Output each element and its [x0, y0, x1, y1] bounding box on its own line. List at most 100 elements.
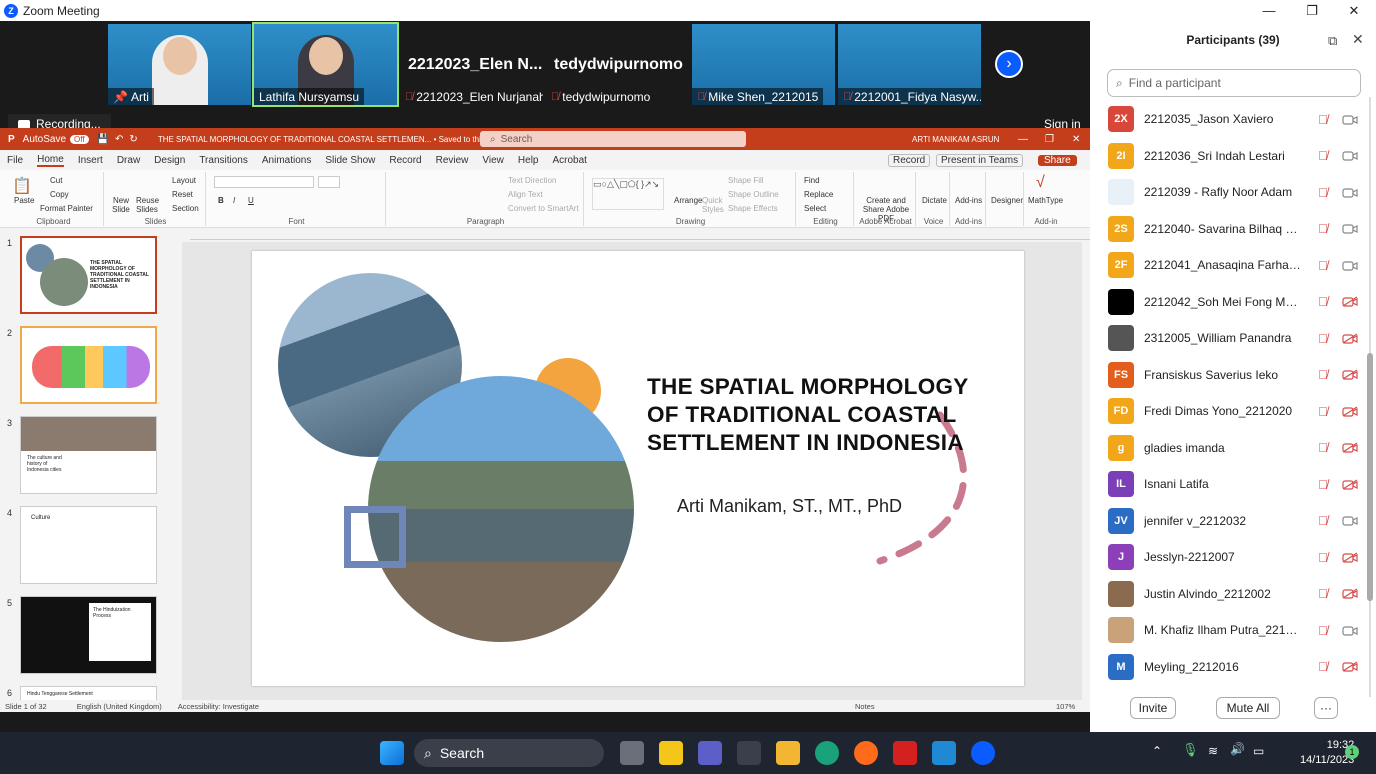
- designer-button[interactable]: Designer: [991, 196, 1023, 205]
- app-icon[interactable]: [932, 741, 956, 765]
- camera-icon[interactable]: [1342, 150, 1358, 161]
- tab-acrobat[interactable]: Acrobat: [552, 155, 586, 166]
- camera-off-icon[interactable]: [1342, 369, 1358, 380]
- wifi-icon[interactable]: ≋: [1208, 744, 1218, 758]
- ppt-maximize-icon[interactable]: ❐: [1045, 134, 1054, 145]
- participant-row[interactable]: 2312005_William Panandra 🎙̸: [1090, 320, 1376, 356]
- paste-button[interactable]: Paste: [14, 196, 34, 205]
- reuse-slides-button[interactable]: Reuse Slides: [136, 196, 159, 214]
- section-button[interactable]: Section: [172, 204, 199, 213]
- taskbar-search[interactable]: ⌕ Search: [414, 739, 604, 767]
- name-tile[interactable]: 2212023_Elen N... 🎙̸ 2212023_Elen Nurjana…: [400, 24, 543, 105]
- participant-row[interactable]: g gladies imanda 🎙̸: [1090, 430, 1376, 466]
- participant-row[interactable]: JV jennifer v_2212032 🎙̸: [1090, 503, 1376, 539]
- minimize-button[interactable]: —: [1247, 0, 1291, 21]
- participant-search-input[interactable]: ⌕ Find a participant: [1107, 69, 1361, 97]
- mic-muted-icon[interactable]: 🎙̸: [1318, 623, 1328, 638]
- participant-row[interactable]: 2X 2212035_Jason Xaviero 🎙̸: [1090, 101, 1376, 137]
- participant-row[interactable]: 2S 2212040- Savarina Bilhaq Helmi 🎙̸: [1090, 211, 1376, 247]
- ppt-user-name[interactable]: ARTI MANIKAM ASRUN: [912, 135, 999, 144]
- redo-icon[interactable]: ↻: [129, 134, 137, 145]
- mic-muted-icon[interactable]: 🎙̸: [1318, 294, 1328, 309]
- text-direction-button[interactable]: Text Direction: [508, 176, 556, 185]
- camera-off-icon[interactable]: [1342, 405, 1358, 417]
- camera-off-icon[interactable]: [1342, 442, 1358, 453]
- close-button[interactable]: ✕: [1332, 0, 1376, 21]
- participant-row[interactable]: M Meyling_2212016 🎙̸: [1090, 649, 1376, 685]
- participant-row[interactable]: FS Fransiskus Saverius Ieko 🎙̸: [1090, 357, 1376, 393]
- shapes-gallery[interactable]: ▭○△╲▢⬠{ }↗↘: [592, 178, 664, 210]
- align-text-button[interactable]: Align Text: [508, 190, 543, 199]
- arrange-button[interactable]: Arrange: [674, 196, 702, 205]
- invite-button[interactable]: Invite: [1130, 697, 1176, 719]
- record-button[interactable]: Record: [888, 153, 931, 167]
- participant-row[interactable]: Justin Alvindo_2212002 🎙̸: [1090, 576, 1376, 612]
- camera-off-icon[interactable]: [1342, 661, 1358, 672]
- mathtype-icon[interactable]: √: [1036, 174, 1045, 192]
- zoom-level[interactable]: 107%: [1056, 702, 1075, 711]
- tab-home[interactable]: Home: [37, 154, 64, 167]
- tab-draw[interactable]: Draw: [117, 155, 140, 166]
- mic-muted-icon[interactable]: 🎙̸: [1318, 513, 1328, 528]
- participant-row[interactable]: 2212042_Soh Mei Fong Merlin 🎙̸: [1090, 284, 1376, 320]
- participant-row[interactable]: 2212039 - Rafly Noor Adam 🎙̸: [1090, 174, 1376, 210]
- convert-smartart-button[interactable]: Convert to SmartArt: [508, 204, 579, 213]
- addins-button[interactable]: Add-ins: [955, 196, 982, 205]
- more-options-button[interactable]: ···: [1314, 697, 1338, 719]
- mic-muted-icon[interactable]: 🎙̸: [1318, 477, 1328, 492]
- popout-icon[interactable]: ⧉: [1328, 33, 1337, 49]
- tab-file[interactable]: File: [7, 155, 23, 166]
- current-slide[interactable]: THE SPATIAL MORPHOLOGY OF TRADITIONAL CO…: [252, 251, 1024, 686]
- slide-thumbnail[interactable]: The Hinduization Process: [20, 596, 157, 674]
- camera-off-icon[interactable]: [1342, 551, 1358, 563]
- ppt-minimize-icon[interactable]: —: [1018, 134, 1028, 145]
- undo-icon[interactable]: ↶: [115, 134, 123, 145]
- task-view-icon[interactable]: [620, 741, 644, 765]
- camera-icon[interactable]: [1342, 625, 1358, 636]
- start-icon[interactable]: [380, 741, 404, 765]
- battery-icon[interactable]: ▭: [1253, 744, 1264, 758]
- video-tile[interactable]: 🎙̸ 2212001_Fidya Nasyw...: [838, 24, 981, 105]
- participant-row[interactable]: 2I 2212036_Sri Indah Lestari 🎙̸: [1090, 138, 1376, 174]
- next-page-chevron-icon[interactable]: ›: [995, 50, 1023, 78]
- slide-thumbnail[interactable]: Hindu Tenggarese Settlement: [20, 686, 157, 700]
- file-explorer-icon[interactable]: [776, 741, 800, 765]
- shape-fill-button[interactable]: Shape Fill: [728, 176, 764, 185]
- camera-off-icon[interactable]: [1342, 478, 1358, 490]
- participant-row[interactable]: IL Isnani Latifa 🎙̸: [1090, 466, 1376, 502]
- calendar-icon[interactable]: [737, 741, 761, 765]
- notification-badge[interactable]: 1: [1345, 745, 1359, 759]
- slide-thumbnail[interactable]: [20, 326, 157, 404]
- tab-record[interactable]: Record: [389, 155, 421, 166]
- zoom-taskbar-icon[interactable]: [971, 741, 995, 765]
- camera-off-icon[interactable]: [1342, 588, 1358, 599]
- participant-row[interactable]: 2F 2212041_Anasaqina Farhana Pu... 🎙̸: [1090, 247, 1376, 283]
- maximize-button[interactable]: ❐: [1290, 0, 1334, 21]
- camera-off-icon[interactable]: [1342, 296, 1358, 307]
- layout-button[interactable]: Layout: [172, 176, 196, 185]
- tab-view[interactable]: View: [482, 155, 504, 166]
- format-painter-button[interactable]: Format Painter: [40, 204, 93, 213]
- teams-icon[interactable]: [698, 741, 722, 765]
- italic-icon[interactable]: I: [233, 196, 235, 205]
- shape-outline-button[interactable]: Shape Outline: [728, 190, 779, 199]
- font-family-select[interactable]: [214, 176, 314, 188]
- slide-thumbnail[interactable]: THE SPATIAL MORPHOLOGY OF TRADITIONAL CO…: [20, 236, 157, 314]
- tab-transitions[interactable]: Transitions: [199, 155, 248, 166]
- mic-muted-icon[interactable]: 🎙̸: [1318, 550, 1328, 565]
- video-tile-active-speaker[interactable]: Lathifa Nursyamsu: [252, 22, 399, 107]
- microphone-icon[interactable]: 🎙: [1182, 742, 1199, 758]
- share-button[interactable]: Share: [1038, 154, 1077, 166]
- find-button[interactable]: Find: [804, 176, 820, 185]
- notes-button[interactable]: Notes: [855, 702, 875, 711]
- mic-muted-icon[interactable]: 🎙̸: [1318, 148, 1328, 163]
- participant-row[interactable]: J Jesslyn-2212007 🎙̸: [1090, 539, 1376, 575]
- firefox-icon[interactable]: [854, 741, 878, 765]
- cut-button[interactable]: Cut: [50, 176, 62, 185]
- slide-thumbnail[interactable]: The culture and history of Indonesia cit…: [20, 416, 157, 494]
- sticky-notes-icon[interactable]: [659, 741, 683, 765]
- mic-muted-icon[interactable]: 🎙̸: [1318, 331, 1328, 346]
- participants-scrollbar[interactable]: [1367, 97, 1373, 697]
- acrobat-icon[interactable]: [893, 741, 917, 765]
- camera-off-icon[interactable]: [1342, 332, 1358, 344]
